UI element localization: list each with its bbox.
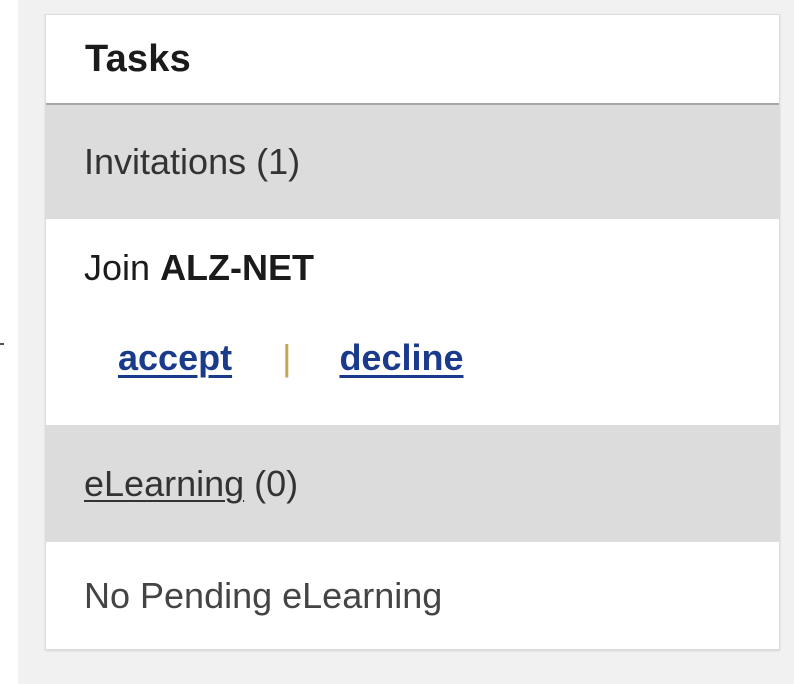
invitation-group-name: ALZ-NET — [160, 247, 315, 288]
invitation-item: Join ALZ-NET accept | decline — [46, 219, 779, 425]
invitations-count: (1) — [256, 141, 301, 182]
invitations-section-header: Invitations (1) — [46, 105, 779, 219]
invitation-actions: accept | decline — [118, 337, 464, 379]
invitations-label: Invitations — [84, 141, 247, 182]
tasks-panel: Tasks Invitations (1) Join ALZ-NET accep… — [45, 14, 780, 650]
elearning-link[interactable]: eLearning — [84, 463, 244, 505]
elearning-empty-state: No Pending eLearning — [46, 542, 779, 649]
elearning-section-header: eLearning (0) — [46, 425, 779, 542]
edge-mark — [0, 343, 4, 345]
elearning-empty-text: No Pending eLearning — [84, 574, 443, 616]
tasks-title: Tasks — [85, 37, 191, 80]
tasks-panel-header: Tasks — [46, 15, 779, 105]
elearning-count: (0) — [254, 462, 299, 504]
decline-link[interactable]: decline — [339, 337, 463, 379]
accept-link[interactable]: accept — [118, 337, 232, 379]
action-separator: | — [282, 337, 292, 378]
invitation-text: Join ALZ-NET — [84, 247, 314, 289]
invitation-prefix: Join — [84, 247, 151, 288]
